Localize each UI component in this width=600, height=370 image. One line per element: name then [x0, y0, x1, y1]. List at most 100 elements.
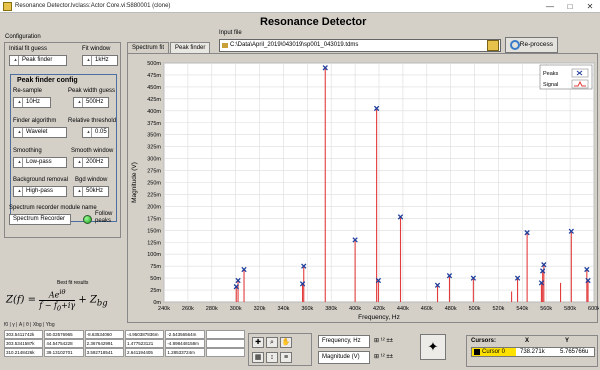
y-tick-label: 475m — [147, 73, 161, 79]
minimize-button[interactable]: — — [540, 0, 560, 13]
fit-table-cell[interactable]: 1.477523121 — [124, 339, 165, 348]
y-axis-label: Magnitude (V) — [131, 162, 138, 203]
finder-algorithm-value: Wavelet — [26, 129, 48, 135]
fit-window-field[interactable]: ▴ 1kHz — [82, 55, 118, 66]
recorder-module-label: Spectrum recorder module name — [9, 205, 97, 211]
fit-table-cell[interactable]: -2.54356564m — [165, 330, 205, 339]
fit-table-cell[interactable]: -4.950387836m — [124, 330, 165, 339]
fit-table-cell[interactable] — [205, 348, 245, 357]
configuration-label: Configuration — [5, 34, 41, 40]
cursor-x-value: 738.271k — [520, 349, 545, 355]
initial-fit-guess-select[interactable]: ▴ Peak finder — [9, 55, 67, 66]
resample-field[interactable]: ▴ 10Hz — [13, 97, 51, 108]
y-tick-label: 75m — [150, 264, 161, 270]
x-tick-label: 600k — [588, 306, 599, 312]
ring-arrows-icon: ▴ — [17, 128, 23, 137]
y-scale-options-icon[interactable]: ⊞ ¹² ±± — [374, 353, 393, 360]
bgd-window-field[interactable]: ▴ 50kHz — [73, 186, 109, 197]
x-scale-control[interactable]: Frequency, Hz — [318, 335, 370, 348]
app-title: Resonance Detector — [260, 16, 367, 28]
zoom-tool-icon[interactable]: ⌕ — [266, 337, 278, 348]
fit-table-cell[interactable] — [205, 339, 245, 348]
fit-table-cell[interactable]: 310.2148426k — [4, 348, 44, 357]
finder-algorithm-label: Finder algorithm — [13, 118, 57, 124]
fit-window-label: Fit window — [82, 46, 111, 52]
background-removal-select[interactable]: ▴ High-pass — [13, 186, 67, 197]
fit-table-cell[interactable]: 3.592718541 — [84, 348, 124, 357]
tab-peak-finder[interactable]: Peak finder — [170, 42, 211, 53]
close-button[interactable]: ✕ — [580, 0, 600, 13]
browse-folder-icon[interactable] — [487, 40, 499, 51]
fit-table-row: 303.5411742k 50.02576965 -8.63534060 -4.950… — [4, 330, 246, 339]
fit-table-cell[interactable]: -8.63534060 — [84, 330, 124, 339]
x-axis-label: Frequency, Hz — [358, 314, 400, 321]
y-scale-control[interactable]: Magnitude (V) — [318, 351, 370, 364]
fit-table-cell[interactable]: 44.54754228 — [44, 339, 84, 348]
x-tick-label: 360k — [301, 306, 313, 312]
cursor-move-tool-icon[interactable]: ✚ — [252, 337, 264, 348]
ring-arrows-icon: ▴ — [17, 187, 23, 196]
fit-table-cell[interactable] — [205, 330, 245, 339]
relative-threshold-field[interactable]: ▴ 0.05 — [82, 127, 109, 138]
x-tick-label: 560k — [540, 306, 552, 312]
peak-width-guess-field[interactable]: ▴ 500Hz — [73, 97, 109, 108]
fit-results-table[interactable]: 303.5411742k 50.02576965 -8.63534060 -4.950… — [4, 330, 246, 357]
x-tick-label: 320k — [254, 306, 266, 312]
fit-table-cell[interactable]: 50.02576965 — [44, 330, 84, 339]
maximize-button[interactable]: □ — [560, 0, 580, 13]
x-tick-label: 280k — [206, 306, 218, 312]
autoscale-icon[interactable]: ↕ — [266, 352, 278, 363]
configuration-panel: Initial fit guess Fit window ▴ Peak finde… — [4, 42, 121, 238]
relative-threshold-label: Relative threshold — [68, 118, 117, 124]
fit-formula: Z(f) = Aeiθ f − f0+iγ + Zbg — [6, 288, 108, 313]
smooth-window-value: 200Hz — [86, 159, 104, 165]
reprocess-button[interactable]: Re-process — [505, 37, 558, 53]
main-tabs: Spectrum fit Peak finder — [127, 42, 211, 53]
fit-table-cell[interactable]: 303.5411742k — [4, 330, 44, 339]
relative-threshold-value: 0.05 — [95, 129, 107, 135]
fit-table-cell[interactable]: 1.28533724m — [165, 348, 205, 357]
legend-label: Peaks — [543, 71, 559, 77]
x-scale-options-icon[interactable]: ⊞ ¹² ±± — [374, 337, 393, 344]
fit-table-cell[interactable]: 2.641194405 — [124, 348, 165, 357]
y-tick-label: 100m — [147, 252, 161, 258]
legend-label: Signal — [543, 82, 558, 88]
fit-table-cell[interactable]: 39.13102701 — [44, 348, 84, 357]
finder-algorithm-select[interactable]: ▴ Wavelet — [13, 127, 67, 138]
ring-arrows-icon: ▴ — [13, 56, 19, 65]
format-icon[interactable]: ≡ — [280, 352, 292, 363]
cursor-swatch — [474, 349, 480, 355]
pan-tool-icon[interactable]: ✋ — [280, 337, 292, 348]
y-tick-label: 175m — [147, 216, 161, 222]
input-file-path-text: C:\Data\April_2019\043019\sp001_043019.t… — [230, 42, 359, 48]
y-tick-label: 25m — [150, 288, 161, 294]
y-tick-label: 425m — [147, 97, 161, 103]
initial-fit-guess-value: Peak finder — [22, 57, 53, 63]
spectrum-chart[interactable]: 240k 260k 280k 300k 320k 340k 360k 380k 400k 420k… — [128, 54, 599, 324]
numeric-arrows-icon: ▴ — [17, 98, 23, 107]
smoothing-select[interactable]: ▴ Low-pass — [13, 157, 67, 168]
peak-finder-plot[interactable]: 240k 260k 280k 300k 320k 340k 360k 380k 400k 420k… — [127, 53, 599, 324]
input-file-label: Input file — [219, 30, 242, 36]
scale-lock-icon[interactable]: ▦ — [252, 352, 264, 363]
reprocess-label: Re-process — [519, 41, 553, 48]
graph-palette: ✚ ⌕ ✋ ▦ ↕ ≡ — [248, 333, 312, 366]
cursor-row[interactable]: Cursor 0 738.271k 5.765766u — [471, 347, 595, 357]
follow-peaks-led[interactable] — [83, 215, 92, 224]
input-file-path[interactable]: C:\Data\April_2019\043019\sp001_043019.t… — [219, 39, 501, 52]
cursor-pan-icon[interactable]: ✦ — [420, 334, 446, 360]
smooth-window-field[interactable]: ▴ 200Hz — [73, 157, 109, 168]
fit-table-cell[interactable]: -4.898448158m — [165, 339, 205, 348]
recorder-module-field[interactable]: Spectrum Recorder — [9, 214, 71, 225]
numeric-arrows-icon: ▴ — [77, 187, 83, 196]
y-tick-label: 350m — [147, 133, 161, 139]
x-tick-label: 240k — [158, 306, 170, 312]
fit-table-cell[interactable]: 2.367642991 — [84, 339, 124, 348]
y-tick-label: 500m — [147, 61, 161, 67]
refresh-icon — [510, 40, 520, 50]
y-tick-label: 200m — [147, 204, 161, 210]
smoothing-value: Low-pass — [26, 159, 52, 165]
tab-spectrum-fit[interactable]: Spectrum fit — [127, 42, 170, 53]
window-controls: — □ ✕ — [540, 0, 600, 13]
fit-table-cell[interactable]: 303.5341587k — [4, 339, 44, 348]
